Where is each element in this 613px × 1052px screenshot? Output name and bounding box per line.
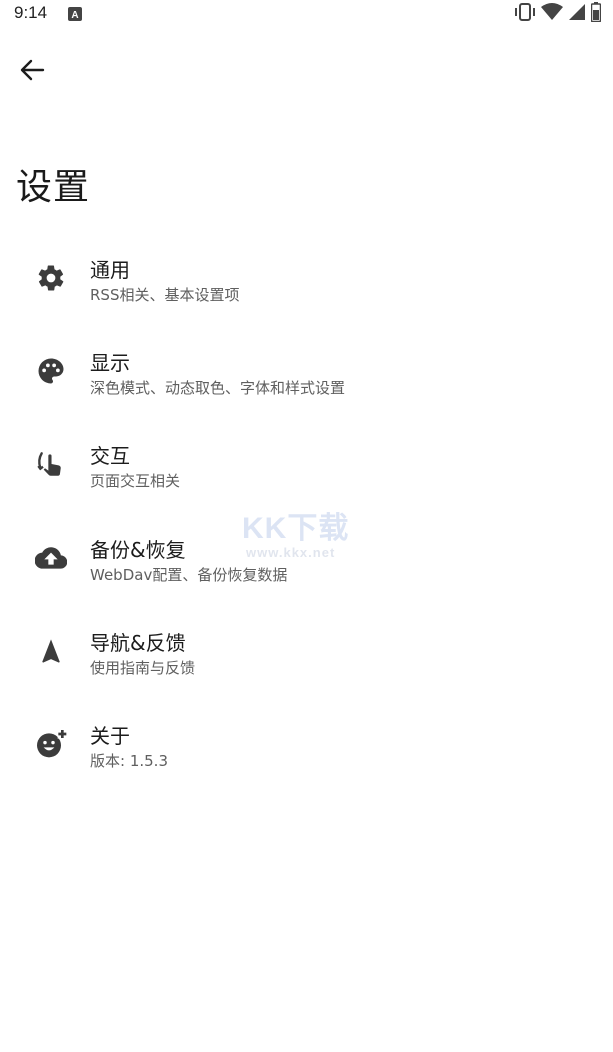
touch-icon: [34, 447, 68, 481]
settings-item-title: 显示: [90, 351, 130, 376]
settings-item-subtitle: 深色模式、动态取色、字体和样式设置: [90, 379, 346, 398]
settings-item-title: 备份&恢复: [90, 537, 186, 562]
settings-item-navigation[interactable]: 导航&反馈 使用指南与反馈: [0, 605, 613, 698]
settings-item-subtitle: 使用指南与反馈: [90, 658, 196, 677]
arrow-left-icon: [19, 59, 45, 85]
watermark-url: www.kkx.net: [246, 545, 336, 560]
settings-item-about[interactable]: 关于 版本: 1.5.3: [0, 698, 613, 791]
status-icons: [514, 2, 602, 26]
settings-item-subtitle: 版本: 1.5.3: [90, 751, 168, 770]
settings-item-title: 交互: [90, 444, 130, 469]
page-title: 设置: [16, 167, 91, 208]
watermark: KK下载 www.kkx.net: [240, 503, 380, 565]
settings-item-subtitle: RSS相关、基本设置项: [90, 286, 240, 304]
battery-icon: [590, 2, 602, 26]
signal-icon: [568, 3, 586, 25]
navigation-icon: [34, 634, 68, 668]
watermark-text: KK下载: [242, 512, 350, 545]
status-time: 9:14: [14, 3, 48, 22]
settings-item-general[interactable]: 通用 RSS相关、基本设置项: [0, 232, 613, 325]
settings-item-title: 导航&反馈: [90, 630, 186, 655]
settings-item-subtitle: 页面交互相关: [90, 472, 181, 491]
settings-item-display[interactable]: 显示 深色模式、动态取色、字体和样式设置: [0, 325, 613, 418]
back-button[interactable]: [14, 56, 50, 88]
settings-item-title: 通用: [90, 258, 130, 282]
settings-item-title: 关于: [90, 723, 130, 748]
vibrate-icon: [514, 3, 536, 25]
cloud-upload-icon: [34, 541, 68, 575]
settings-item-subtitle: WebDav配置、备份恢复数据: [90, 565, 288, 584]
settings-item-interaction[interactable]: 交互 页面交互相关: [0, 418, 613, 511]
palette-icon: [34, 354, 68, 388]
emoji-add-icon: [34, 727, 68, 761]
notification-a-icon: A: [68, 6, 82, 21]
svg-text:A: A: [71, 10, 78, 21]
wifi-icon: [541, 3, 563, 25]
status-bar: 9:14 A: [0, 0, 613, 30]
gear-icon: [34, 261, 68, 295]
